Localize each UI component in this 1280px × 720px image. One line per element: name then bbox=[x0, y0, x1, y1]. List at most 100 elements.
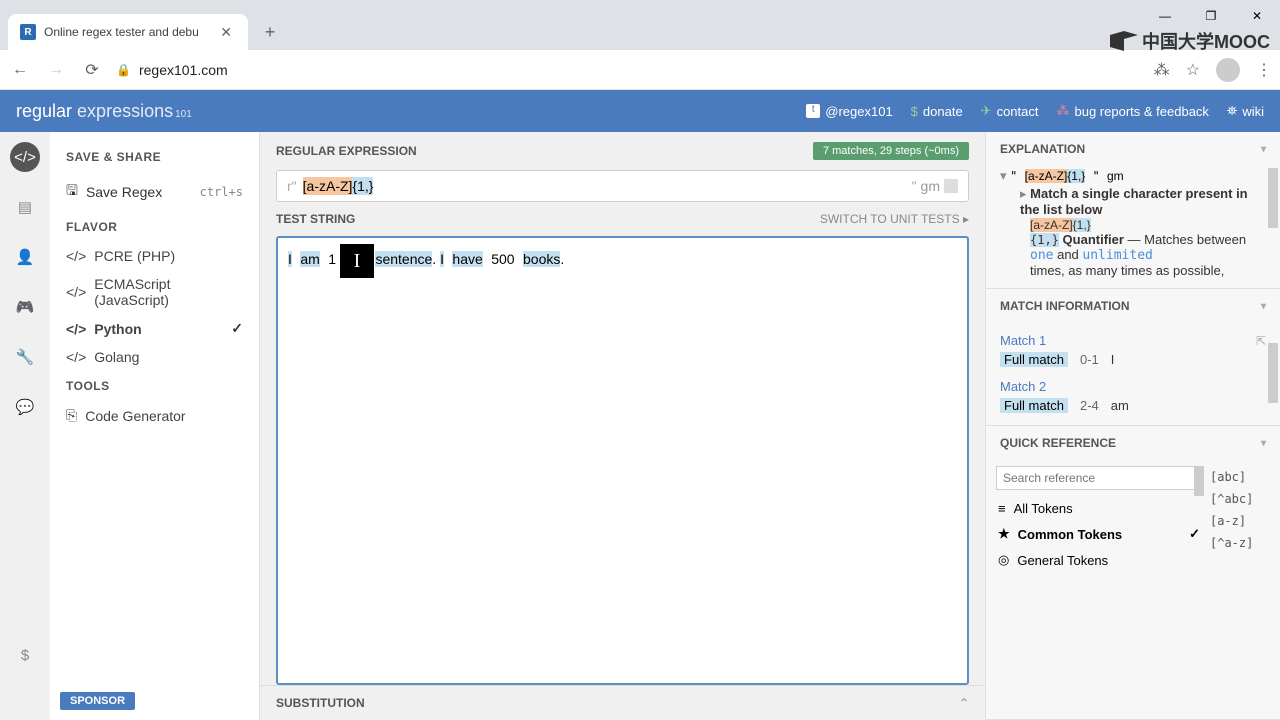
star-icon: ★ bbox=[998, 526, 1010, 542]
left-panel: SAVE & SHARE 🖫 Save Regex ctrl+s FLAVOR … bbox=[50, 132, 260, 720]
dollar-icon: $ bbox=[911, 104, 918, 119]
browser-toolbar: ← → ⟳ 🔒 regex101.com ⁂ ☆ ⋮ bbox=[0, 50, 1280, 90]
back-button[interactable]: ← bbox=[8, 58, 32, 82]
quiz-icon[interactable]: 🎮 bbox=[10, 292, 40, 322]
url-text: regex101.com bbox=[139, 62, 228, 78]
bookmark-icon[interactable]: ☆ bbox=[1186, 60, 1200, 80]
flags-text[interactable]: gm bbox=[921, 178, 940, 194]
check-icon: ✓ bbox=[231, 320, 243, 337]
sponsor-icon[interactable]: $ bbox=[10, 640, 40, 670]
browser-tab-strip: R Online regex tester and debu ✕ + — ❐ ✕ bbox=[0, 0, 1280, 50]
target-icon: ◎ bbox=[998, 552, 1009, 568]
match-info-header[interactable]: MATCH INFORMATION▾ bbox=[986, 289, 1280, 323]
chevron-down-icon: ▾ bbox=[1261, 144, 1266, 155]
flags-icon[interactable] bbox=[944, 179, 958, 193]
code-icon: </> bbox=[66, 248, 86, 264]
regex-header: REGULAR EXPRESSION 7 matches, 29 steps (… bbox=[260, 132, 985, 170]
send-icon: ✈ bbox=[981, 103, 992, 119]
match-1-label: Match 1⇱ bbox=[1000, 333, 1266, 348]
wiki-link[interactable]: ⛯wiki bbox=[1227, 103, 1264, 119]
scrollbar-thumb[interactable] bbox=[1194, 466, 1204, 496]
reload-button[interactable]: ⟳ bbox=[80, 58, 104, 82]
match-2-row: Full match2-4am bbox=[1000, 398, 1266, 413]
close-tab-icon[interactable]: ✕ bbox=[216, 24, 236, 41]
flavor-python[interactable]: </>Python✓ bbox=[50, 314, 259, 343]
tools-title: TOOLS bbox=[50, 371, 259, 401]
bug-icon: ⁂ bbox=[1057, 103, 1070, 119]
gen-icon: ⎘ bbox=[66, 407, 77, 424]
icon-rail: </> ▤ 👤 🎮 🔧 💬 $ bbox=[0, 132, 50, 720]
profile-avatar[interactable] bbox=[1216, 58, 1240, 82]
address-bar[interactable]: 🔒 regex101.com bbox=[116, 62, 1142, 78]
token-example[interactable]: [^abc] bbox=[1210, 488, 1270, 510]
token-example[interactable]: [^a-z] bbox=[1210, 532, 1270, 554]
regex-quantifier: {1,} bbox=[352, 177, 373, 195]
flavor-title: FLAVOR bbox=[50, 212, 259, 242]
contact-link[interactable]: ✈contact bbox=[981, 103, 1039, 119]
new-tab-button[interactable]: + bbox=[256, 18, 284, 46]
test-string-input[interactable]: I am 1 test sentence. I have 500 books. … bbox=[276, 236, 969, 685]
library-icon[interactable]: ▤ bbox=[10, 192, 40, 222]
save-regex-button[interactable]: 🖫 Save Regex ctrl+s bbox=[50, 172, 259, 212]
search-reference-input[interactable] bbox=[996, 466, 1202, 490]
forward-button[interactable]: → bbox=[44, 58, 68, 82]
account-icon[interactable]: 👤 bbox=[10, 242, 40, 272]
switch-unit-tests-link[interactable]: SWITCH TO UNIT TESTS ▸ bbox=[820, 212, 969, 226]
chat-icon[interactable]: 💬 bbox=[10, 392, 40, 422]
token-general[interactable]: ◎General Tokens bbox=[996, 547, 1202, 573]
translate-icon[interactable]: ⁂ bbox=[1154, 60, 1170, 80]
scrollbar-thumb[interactable] bbox=[1268, 168, 1278, 228]
explanation-body: ▾ " [a-zA-Z]{1,} " gm ▸ Match a single c… bbox=[986, 168, 1280, 288]
token-common[interactable]: ★Common Tokens✓ bbox=[996, 521, 1202, 547]
substitution-header[interactable]: SUBSTITUTION ⌃ bbox=[260, 685, 985, 720]
chevron-up-icon: ⌃ bbox=[959, 696, 969, 710]
token-all[interactable]: ≡All Tokens bbox=[996, 496, 1202, 521]
quick-ref-header[interactable]: QUICK REFERENCE▾ bbox=[986, 426, 1280, 460]
app-logo[interactable]: regular expressions101 bbox=[16, 101, 192, 122]
check-icon: ✓ bbox=[1189, 526, 1200, 542]
code-icon: </> bbox=[66, 349, 86, 365]
delimiter-close: " bbox=[912, 178, 917, 194]
test-header: TEST STRING SWITCH TO UNIT TESTS ▸ bbox=[260, 202, 985, 236]
chrome-menu-icon[interactable]: ⋮ bbox=[1256, 60, 1272, 80]
code-generator-button[interactable]: ⎘Code Generator bbox=[50, 401, 259, 430]
match-count-badge: 7 matches, 29 steps (~0ms) bbox=[813, 142, 969, 160]
regex-input[interactable]: r" [a-zA-Z]{1,} " gm bbox=[276, 170, 969, 202]
favicon-icon: R bbox=[20, 24, 36, 40]
browser-tab[interactable]: R Online regex tester and debu ✕ bbox=[8, 14, 248, 50]
explanation-header[interactable]: EXPLANATION▾ bbox=[986, 132, 1280, 166]
token-example[interactable]: [a-z] bbox=[1210, 510, 1270, 532]
editor-icon[interactable]: </> bbox=[10, 142, 40, 172]
tab-title: Online regex tester and debu bbox=[44, 25, 199, 39]
settings-icon[interactable]: 🔧 bbox=[10, 342, 40, 372]
flavor-ecma[interactable]: </>ECMAScript (JavaScript) bbox=[50, 270, 259, 314]
flavor-golang[interactable]: </>Golang bbox=[50, 343, 259, 371]
code-icon: </> bbox=[66, 284, 86, 300]
match-1-row: Full match0-1I bbox=[1000, 352, 1266, 367]
scrollbar-thumb[interactable] bbox=[1268, 343, 1278, 403]
token-example[interactable]: [abc] bbox=[1210, 466, 1270, 488]
twitter-icon: t bbox=[806, 104, 820, 118]
quick-ref-body: ≡All Tokens ★Common Tokens✓ ◎General Tok… bbox=[986, 460, 1280, 579]
flavor-pcre[interactable]: </>PCRE (PHP) bbox=[50, 242, 259, 270]
wiki-icon: ⛯ bbox=[1227, 103, 1237, 119]
export-icon[interactable]: ⇱ bbox=[1256, 334, 1266, 348]
save-share-title: SAVE & SHARE bbox=[50, 142, 259, 172]
code-icon: </> bbox=[66, 321, 86, 337]
bugs-link[interactable]: ⁂bug reports & feedback bbox=[1057, 103, 1209, 119]
watermark-logo: 中国大学MOOC bbox=[1110, 28, 1270, 54]
center-panel: REGULAR EXPRESSION 7 matches, 29 steps (… bbox=[260, 132, 985, 720]
lock-icon: 🔒 bbox=[116, 63, 131, 77]
right-panel: EXPLANATION▾ ▾ " [a-zA-Z]{1,} " gm ▸ Mat… bbox=[985, 132, 1280, 720]
delimiter-open: r" bbox=[287, 178, 297, 194]
db-icon: ≡ bbox=[998, 501, 1006, 516]
chevron-down-icon: ▾ bbox=[1261, 438, 1266, 449]
donate-link[interactable]: $donate bbox=[911, 103, 963, 119]
sponsor-badge[interactable]: SPONSOR bbox=[60, 692, 135, 710]
twitter-link[interactable]: t@regex101 bbox=[806, 103, 892, 119]
app-header: regular expressions101 t@regex101 $donat… bbox=[0, 90, 1280, 132]
chevron-down-icon: ▾ bbox=[1261, 301, 1266, 312]
match-info-body: Match 1⇱ Full match0-1I Match 2 Full mat… bbox=[986, 323, 1280, 425]
regex-charclass: [a-zA-Z] bbox=[303, 177, 353, 195]
save-icon: 🖫 bbox=[66, 180, 78, 204]
